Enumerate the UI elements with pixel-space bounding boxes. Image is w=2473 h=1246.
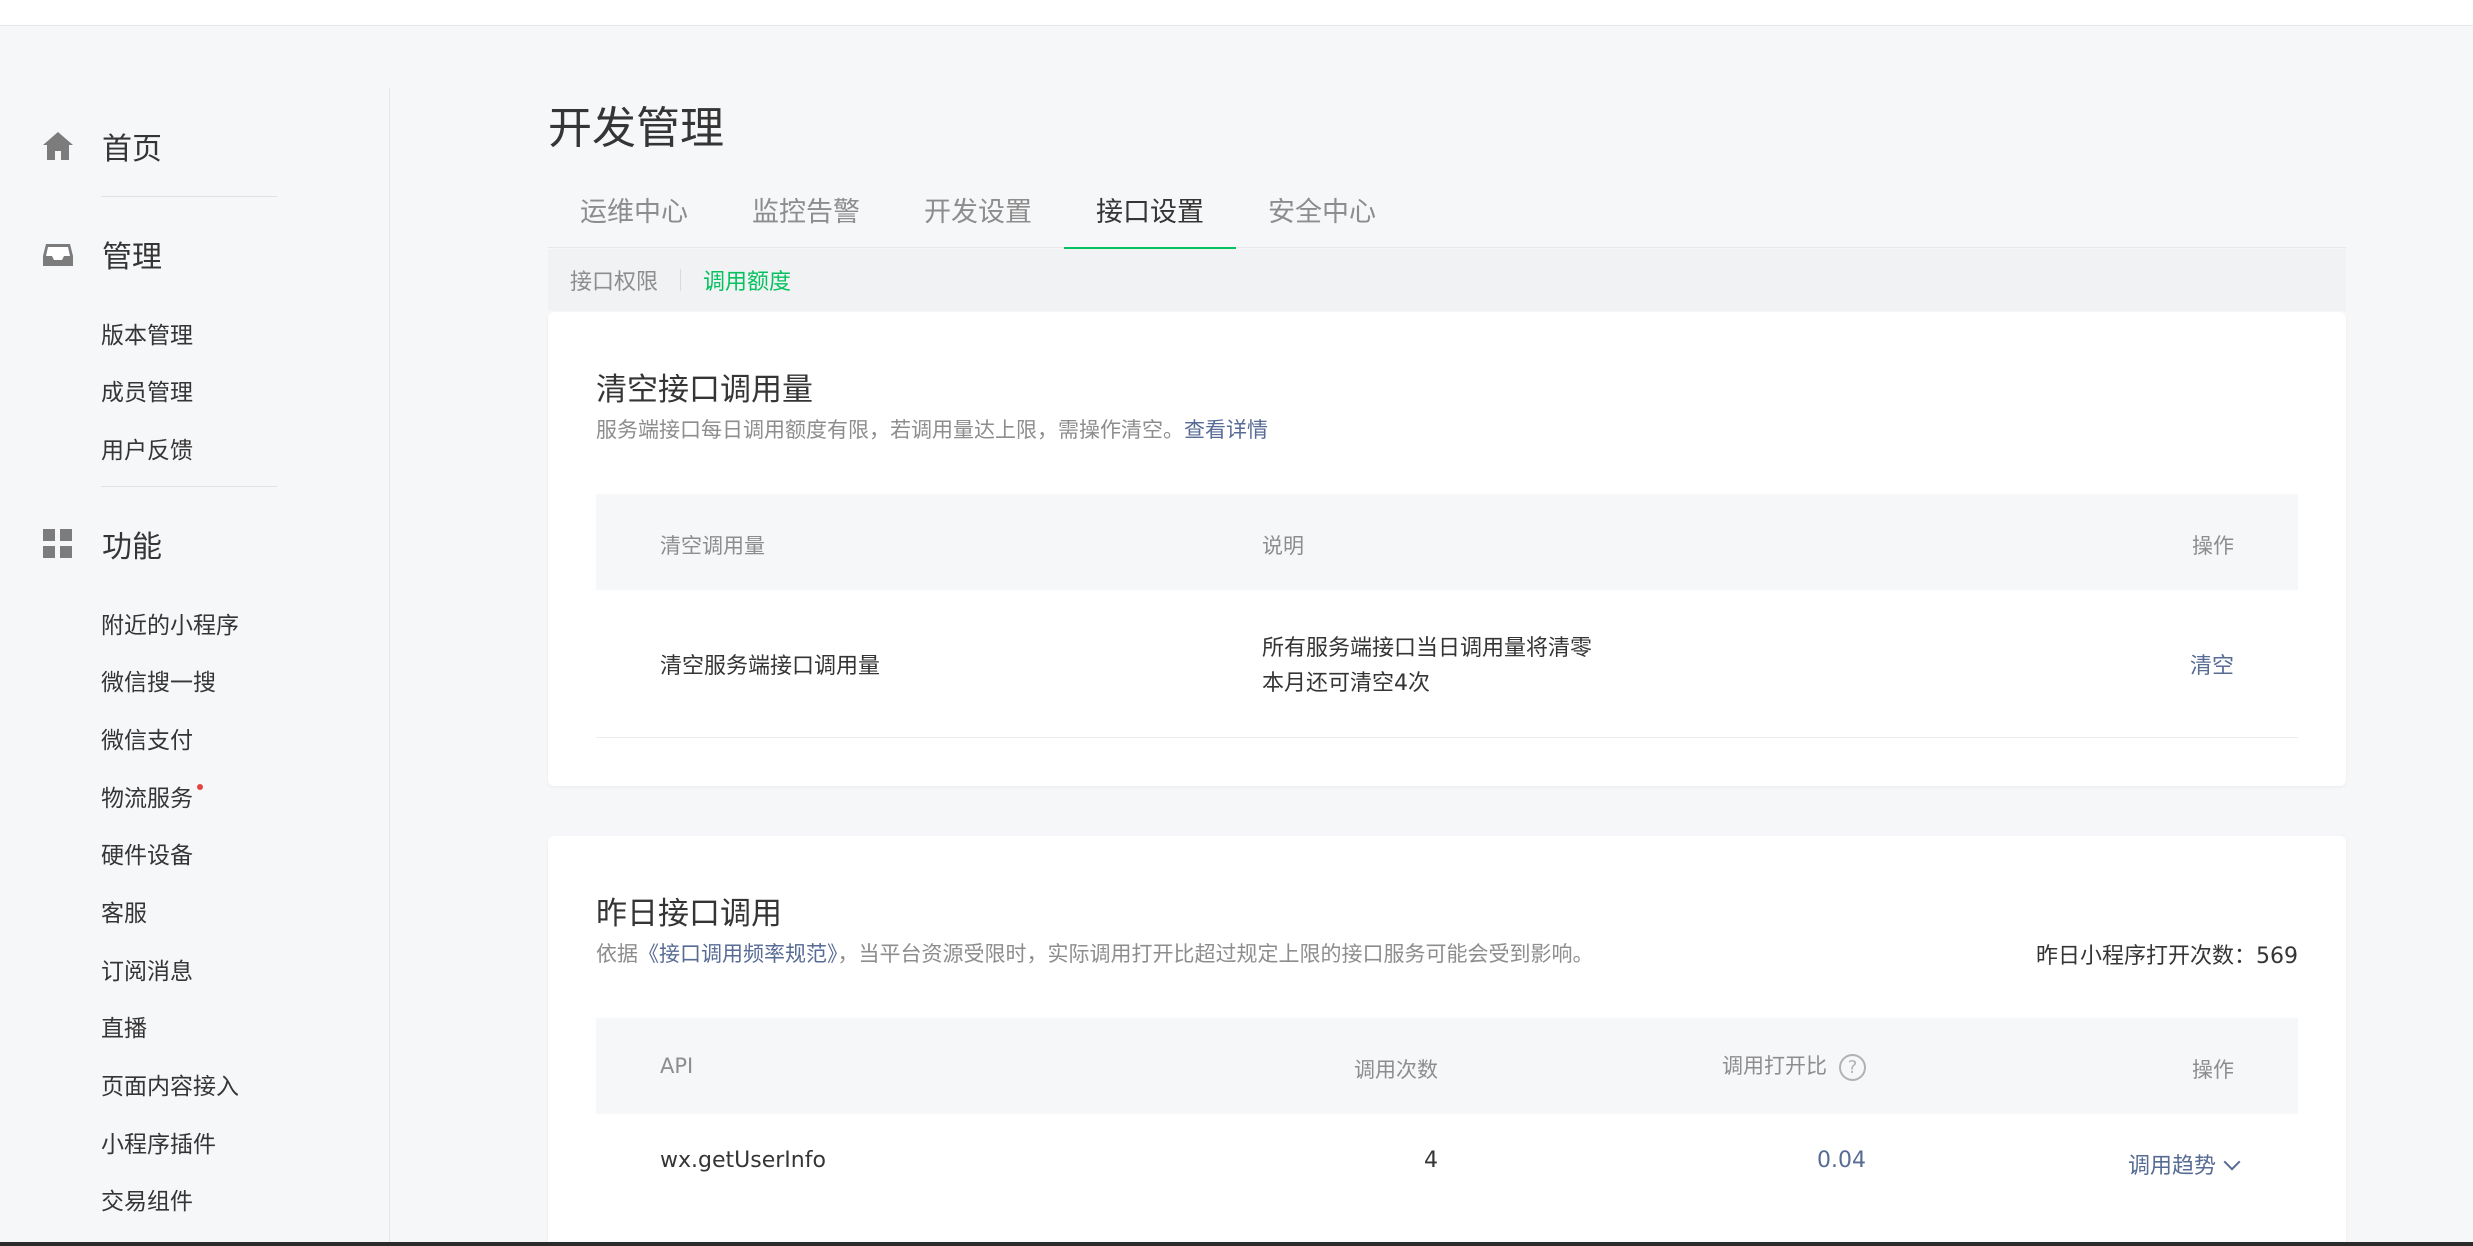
header-clear-amount: 清空调用量 — [660, 534, 765, 558]
sidebar-item-live[interactable]: 直播 — [101, 1009, 147, 1043]
opens-count: 昨日小程序打开次数：569 — [2036, 938, 2298, 970]
tab-security[interactable]: 安全中心 — [1236, 190, 1408, 248]
tab-ops[interactable]: 运维中心 — [548, 190, 720, 248]
chevron-down-icon — [2223, 1153, 2241, 1171]
sidebar-item-members[interactable]: 成员管理 — [101, 373, 193, 407]
sidebar-item-plugin[interactable]: 小程序插件 — [101, 1125, 216, 1159]
sub-tabs: 接口权限 调用额度 — [548, 249, 2346, 311]
top-bar — [0, 0, 2473, 26]
call-count: 4 — [1424, 1148, 1438, 1173]
clear-table-header: 清空调用量 说明 操作 — [596, 494, 2298, 590]
header-action: 操作 — [2192, 534, 2234, 558]
sidebar: 首页 管理 版本管理 成员管理 用户反馈 功能 附近的小程序 微信搜一搜 微信支… — [0, 88, 390, 1246]
row-desc-line1: 所有服务端接口当日调用量将清零 — [1262, 636, 1593, 661]
sidebar-item-subscribe[interactable]: 订阅消息 — [101, 952, 193, 986]
subtab-api-permission[interactable]: 接口权限 — [570, 264, 658, 296]
header-ratio: 调用打开比? — [1722, 1050, 1866, 1081]
sidebar-home-label: 首页 — [102, 132, 162, 167]
main-tabs: 运维中心 监控告警 开发设置 接口设置 安全中心 — [548, 190, 2346, 250]
clear-card-desc-text: 服务端接口每日调用额度有限，若调用量达上限，需操作清空。 — [596, 418, 1184, 442]
sidebar-item-home[interactable]: 首页 — [40, 124, 162, 168]
sidebar-item-service[interactable]: 客服 — [101, 894, 147, 928]
clear-card-title: 清空接口调用量 — [596, 372, 813, 408]
clear-quota-card: 清空接口调用量 服务端接口每日调用额度有限，若调用量达上限，需操作清空。查看详情… — [548, 312, 2346, 786]
inbox-icon — [43, 244, 73, 266]
header-ratio-label: 调用打开比 — [1722, 1054, 1827, 1078]
desc-prefix: 依据 — [596, 942, 638, 966]
clear-button[interactable]: 清空 — [2190, 648, 2234, 680]
view-details-link[interactable]: 查看详情 — [1184, 418, 1268, 442]
clear-card-desc: 服务端接口每日调用额度有限，若调用量达上限，需操作清空。查看详情 — [596, 414, 1268, 444]
frequency-spec-link[interactable]: 《接口调用频率规范》 — [638, 942, 838, 966]
opens-value: 569 — [2256, 944, 2298, 969]
notification-dot — [197, 784, 203, 790]
sidebar-features-label: 功能 — [102, 530, 162, 565]
api-table-header: API 调用次数 调用打开比? 操作 — [596, 1018, 2298, 1114]
sidebar-manage-label: 管理 — [102, 240, 162, 275]
table-row: wx.getUserInfo 4 0.04 调用趋势 — [596, 1114, 2298, 1234]
sidebar-item-trade[interactable]: 交易组件 — [101, 1182, 193, 1216]
call-trend-button[interactable]: 调用趋势 — [2127, 1148, 2241, 1180]
sidebar-item-search[interactable]: 微信搜一搜 — [101, 663, 216, 697]
yesterday-calls-card: 昨日接口调用 依据《接口调用频率规范》，当平台资源受限时，实际调用打开比超过规定… — [548, 836, 2346, 1246]
api-name: wx.getUserInfo — [660, 1148, 826, 1173]
sidebar-item-nearby[interactable]: 附近的小程序 — [101, 606, 239, 640]
opens-label: 昨日小程序打开次数： — [2035, 944, 2256, 969]
sidebar-item-feedback[interactable]: 用户反馈 — [101, 431, 193, 465]
tab-dev-settings[interactable]: 开发设置 — [892, 190, 1064, 248]
sidebar-item-logistics[interactable]: 物流服务 — [101, 779, 203, 813]
header-description: 说明 — [1262, 534, 1304, 558]
table-row: 清空服务端接口调用量 所有服务端接口当日调用量将清零 本月还可清空4次 清空 — [596, 590, 2298, 738]
nav-divider — [101, 486, 277, 487]
call-trend-label: 调用趋势 — [2127, 1154, 2216, 1179]
sidebar-item-content[interactable]: 页面内容接入 — [101, 1067, 239, 1101]
sidebar-item-version[interactable]: 版本管理 — [101, 316, 193, 350]
subtab-divider — [680, 269, 682, 291]
sidebar-group-manage[interactable]: 管理 — [40, 232, 162, 276]
tab-monitor[interactable]: 监控告警 — [720, 190, 892, 248]
page-title: 开发管理 — [548, 103, 724, 154]
desc-suffix: ，当平台资源受限时，实际调用打开比超过规定上限的接口服务可能会受到影响。 — [837, 942, 1594, 966]
row-desc-line2: 本月还可清空4次 — [1262, 671, 1430, 696]
sidebar-item-logistics-label: 物流服务 — [101, 786, 193, 812]
header-action: 操作 — [2192, 1058, 2234, 1082]
grid-icon — [43, 529, 72, 558]
yesterday-card-title: 昨日接口调用 — [596, 896, 782, 932]
tab-api-settings[interactable]: 接口设置 — [1064, 190, 1236, 250]
header-calls: 调用次数 — [1354, 1058, 1438, 1082]
sidebar-item-hardware[interactable]: 硬件设备 — [101, 836, 193, 870]
nav-divider — [101, 196, 277, 197]
sidebar-item-pay[interactable]: 微信支付 — [101, 721, 193, 755]
bottom-edge — [0, 1242, 2473, 1246]
header-api: API — [660, 1054, 694, 1078]
subtab-quota[interactable]: 调用额度 — [703, 264, 791, 296]
sidebar-group-features[interactable]: 功能 — [40, 522, 162, 566]
home-icon — [43, 132, 73, 160]
row-name: 清空服务端接口调用量 — [660, 654, 881, 679]
help-icon[interactable]: ? — [1839, 1053, 1866, 1081]
yesterday-card-desc: 依据《接口调用频率规范》，当平台资源受限时，实际调用打开比超过规定上限的接口服务… — [596, 938, 1594, 968]
open-ratio: 0.04 — [1817, 1148, 1866, 1173]
